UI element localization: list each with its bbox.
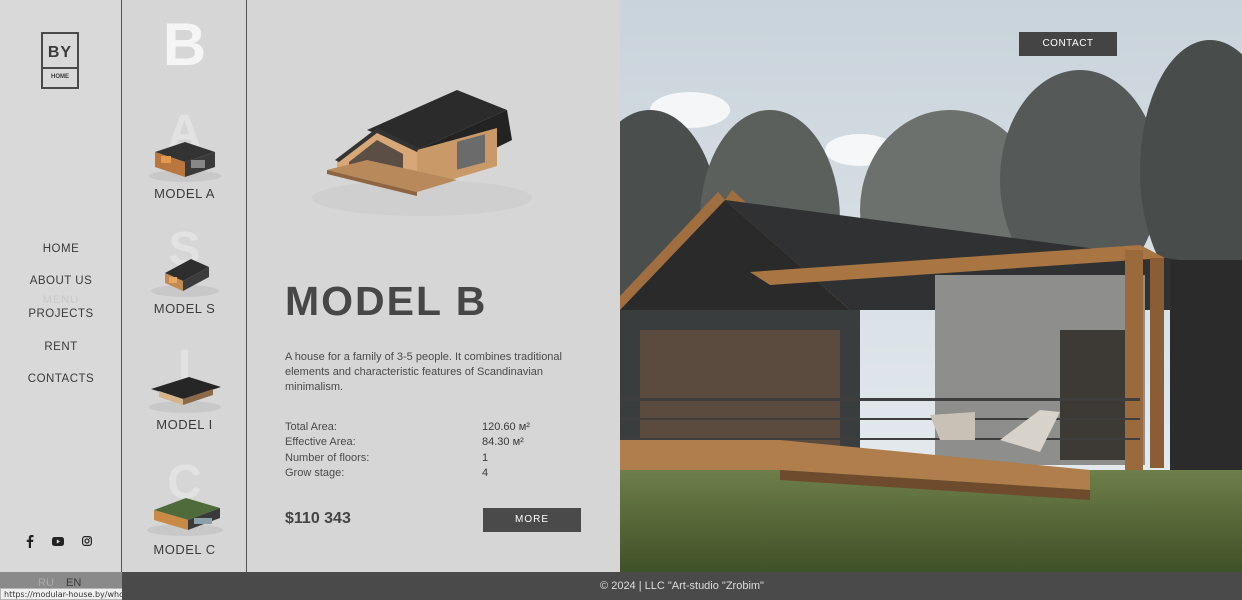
model-description: A house for a family of 3-5 people. It c… — [285, 351, 562, 393]
model-a-card[interactable]: MODEL A — [122, 122, 246, 201]
model-s-thumbnail — [150, 259, 219, 297]
model-c-label: MODEL C — [153, 542, 216, 557]
model-i-thumbnail — [148, 377, 221, 413]
nav-contacts[interactable]: CONTACTS — [0, 373, 122, 385]
logo-divider — [43, 67, 77, 69]
model-i-card[interactable]: MODEL I — [122, 365, 246, 432]
nav-home[interactable]: HOME — [0, 243, 122, 255]
house-photo-illustration — [620, 0, 1242, 572]
spec-value: 4 — [482, 467, 489, 479]
model-a-label: MODEL A — [154, 186, 215, 201]
logo-text: BY — [47, 44, 73, 61]
menu-watermark: MENU — [42, 294, 80, 306]
spec-value: 120.60 м² — [482, 421, 530, 433]
spec-label: Number of floors: — [285, 452, 370, 464]
models-column: B A S I C MODEL A MODEL S MODEL I MODEL … — [122, 0, 247, 572]
spec-label: Grow stage: — [285, 467, 345, 479]
price: $110 343 — [285, 510, 351, 527]
footer: © 2024 | LLC "Art-studio "Zrobim" — [122, 572, 1242, 600]
spec-effective-area: Effective Area: 84.30 м² — [285, 436, 585, 451]
model-a-thumbnail — [148, 142, 221, 182]
nav-rent[interactable]: RENT — [0, 341, 122, 353]
spec-label: Total Area: — [285, 421, 337, 433]
spec-grow-stage: Grow stage: 4 — [285, 467, 585, 482]
logo[interactable]: BY HOME — [41, 32, 79, 89]
logo-subtext: HOME — [51, 74, 69, 80]
spec-value: 84.30 м² — [482, 436, 524, 448]
facebook-icon[interactable] — [23, 534, 37, 548]
more-button[interactable]: MORE — [483, 508, 581, 532]
model-detail-panel: MODEL B A house for a family of 3-5 peop… — [247, 0, 620, 572]
model-c-thumbnail — [146, 498, 223, 536]
spec-total-area: Total Area: 120.60 м² — [285, 421, 585, 436]
instagram-icon[interactable] — [80, 534, 94, 548]
letter-b: B — [162, 11, 207, 78]
house-photo — [620, 0, 1242, 572]
side-navigation: BY HOME MENU HOME ABOUT US PROJECTS RENT… — [0, 0, 122, 572]
model-s-label: MODEL S — [153, 301, 216, 316]
contact-button[interactable]: CONTACT — [1019, 32, 1117, 56]
nav-projects[interactable]: PROJECTS — [0, 308, 122, 320]
model-c-card[interactable]: MODEL C — [122, 482, 246, 557]
spec-floors: Number of floors: 1 — [285, 452, 585, 467]
nav-about-us[interactable]: ABOUT US — [0, 275, 122, 287]
youtube-icon[interactable] — [51, 534, 65, 548]
model-i-label: MODEL I — [156, 417, 213, 432]
model-b-render — [312, 90, 532, 216]
spec-label: Effective Area: — [285, 436, 356, 448]
model-s-card[interactable]: MODEL S — [122, 245, 246, 316]
model-title: MODEL B — [285, 278, 488, 324]
spec-value: 1 — [482, 452, 489, 464]
